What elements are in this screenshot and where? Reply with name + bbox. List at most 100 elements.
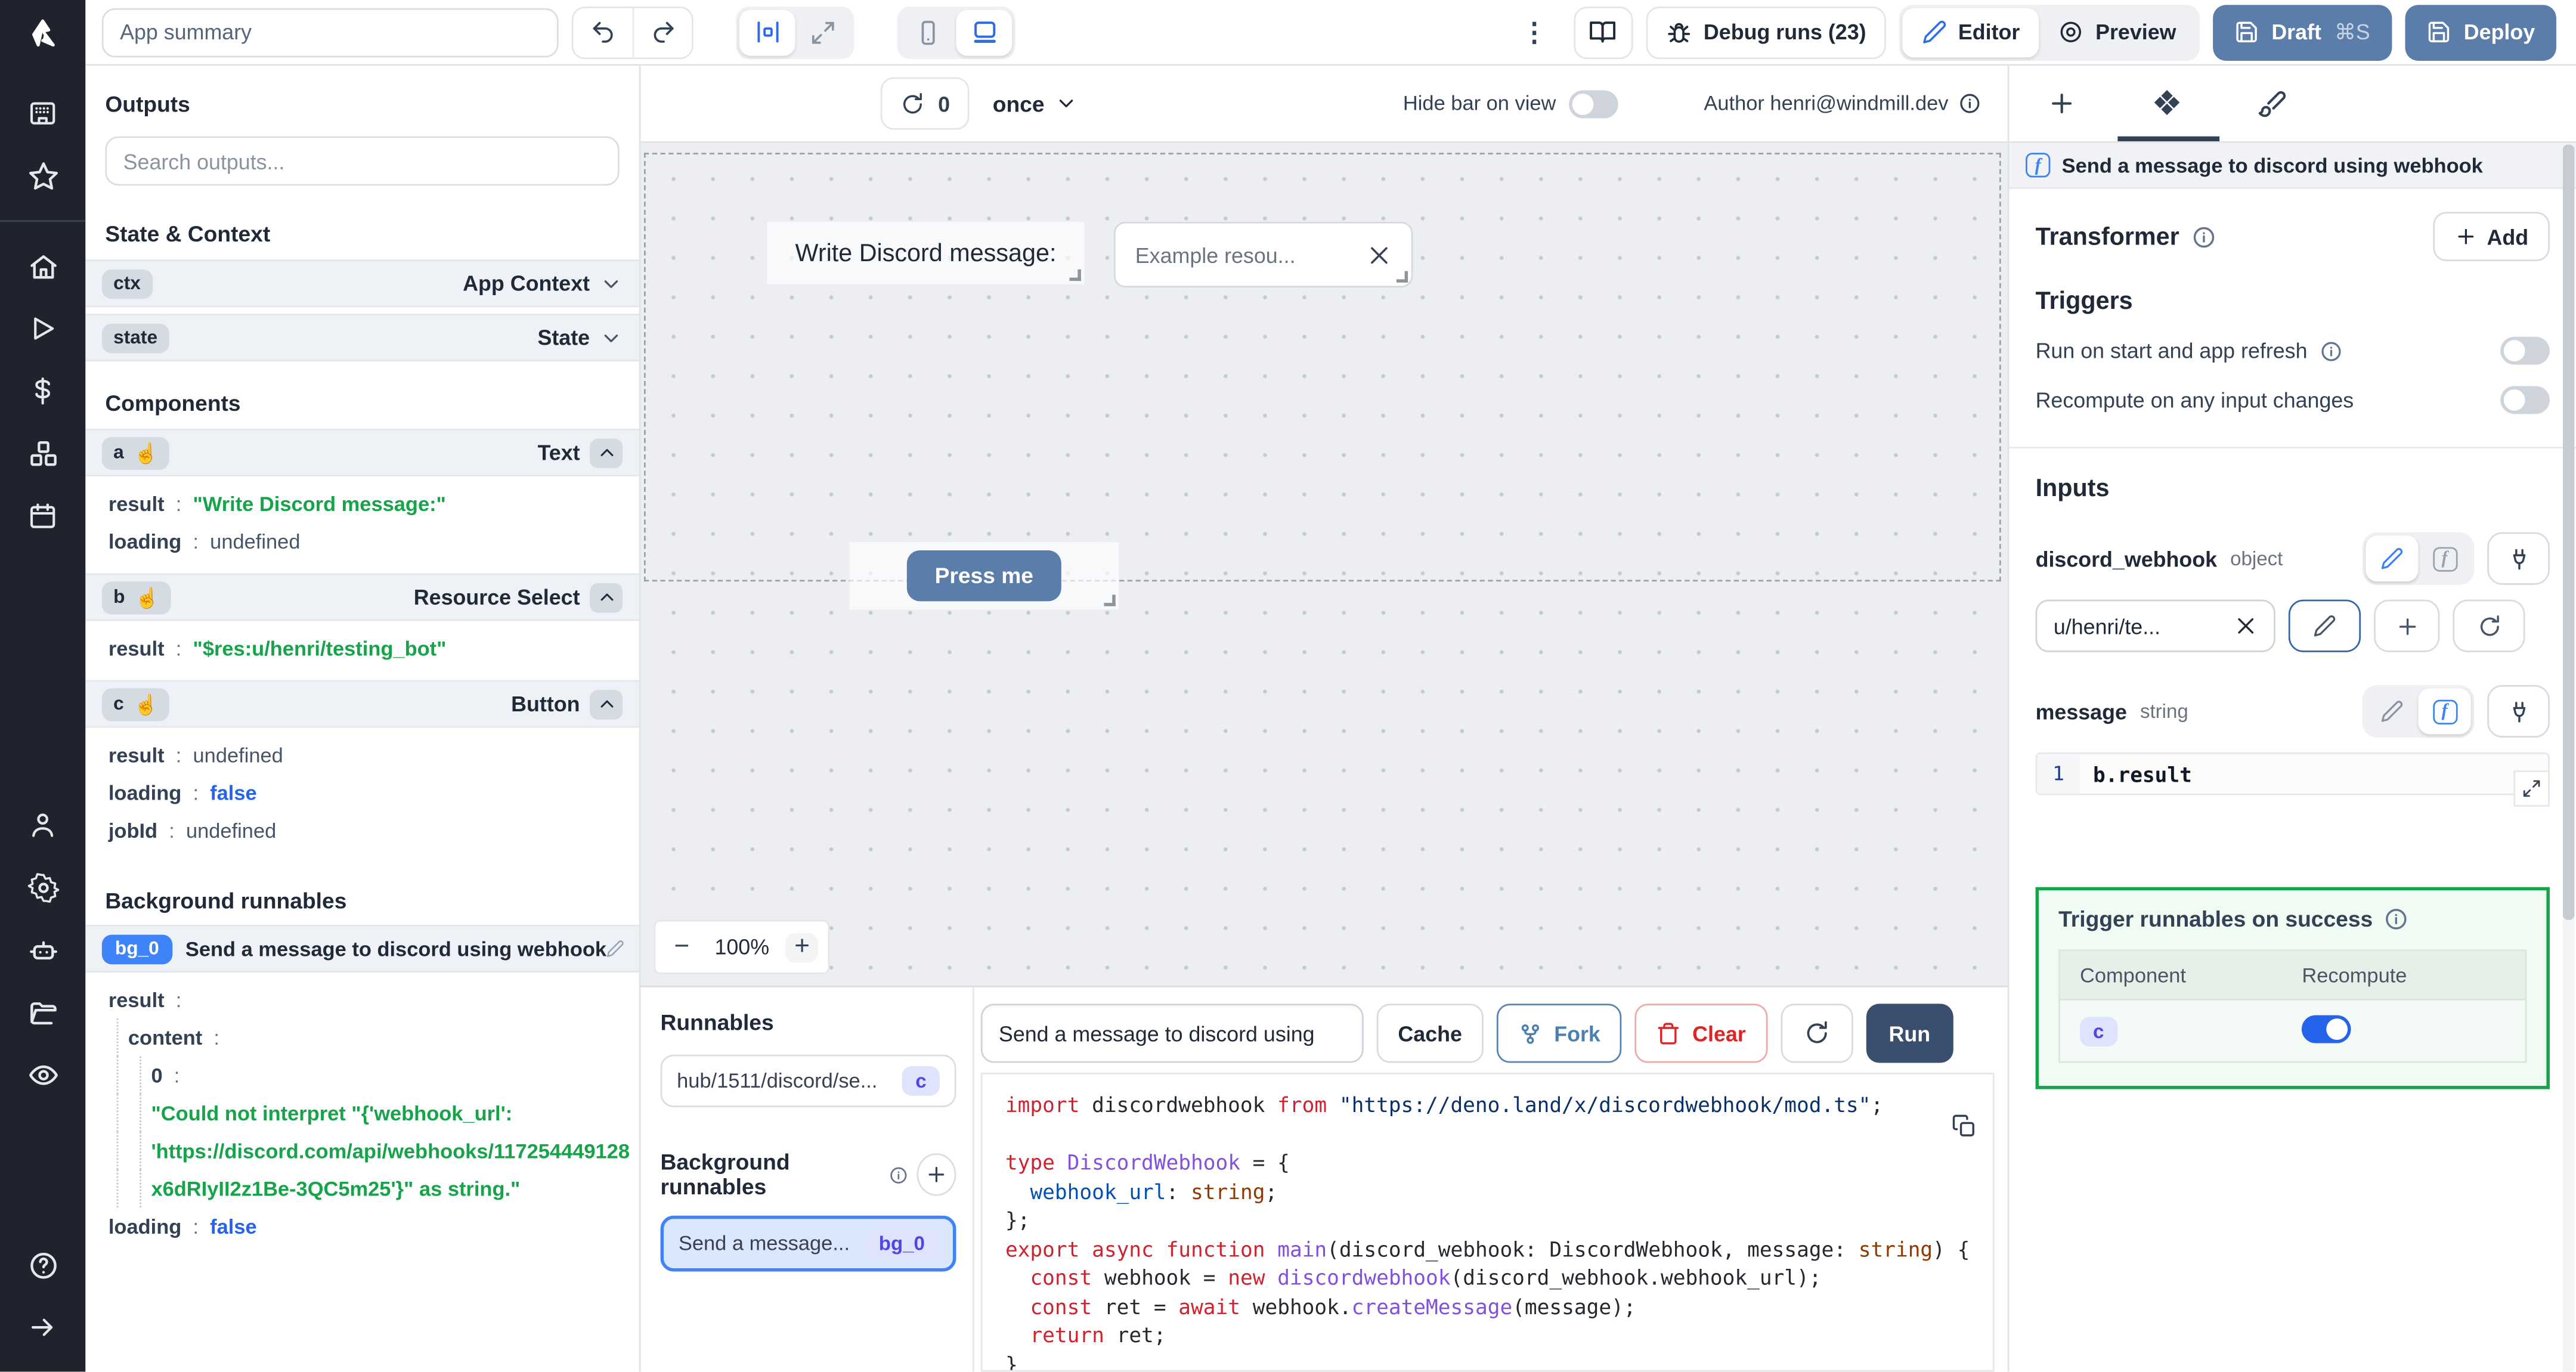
connect-plug-button[interactable] <box>2487 685 2550 738</box>
refresh-count-button[interactable]: 0 <box>880 77 970 130</box>
undo-button[interactable] <box>573 7 633 57</box>
add-transformer-button[interactable]: Add <box>2432 212 2550 262</box>
ctx-row[interactable]: ctx App Context <box>85 259 639 308</box>
add-bg-runnable-button[interactable] <box>917 1153 956 1196</box>
refresh-resource-button[interactable] <box>2453 599 2525 652</box>
run-on-start-toggle[interactable] <box>2500 336 2550 365</box>
collapse-chevron-up-icon[interactable] <box>590 438 623 467</box>
hand-pointer-icon: ☝ <box>134 692 159 716</box>
canvas-zoom-control: − 100% + <box>654 919 831 974</box>
collapse-chevron-up-icon[interactable] <box>590 689 623 719</box>
centered-layout-button[interactable] <box>739 9 795 55</box>
variables-dollar-icon[interactable] <box>0 360 85 422</box>
help-icon[interactable] <box>0 1234 85 1296</box>
eval-f-mode-button[interactable]: f <box>2418 688 2471 735</box>
folders-icon[interactable] <box>0 981 85 1043</box>
workers-robot-icon[interactable] <box>0 918 85 981</box>
schedules-calendar-icon[interactable] <box>0 485 85 547</box>
zoom-out-button[interactable]: − <box>665 933 698 962</box>
resource-select-component[interactable]: Example resou... <box>1113 221 1413 288</box>
clear-x-icon[interactable] <box>2234 614 2258 637</box>
static-pen-mode-button[interactable] <box>2366 688 2418 734</box>
code-editor[interactable]: import discordwebhook from "https://deno… <box>980 1073 1995 1372</box>
bg-runnable-item-label: Send a message... <box>678 1232 850 1255</box>
collapse-arrow-icon[interactable] <box>0 1296 85 1359</box>
input-name: discord_webhook <box>2035 546 2218 571</box>
component-a-row[interactable]: a ☝ Text <box>85 429 639 476</box>
trigger-recompute-label: Recompute on any input changes <box>2035 388 2354 413</box>
desktop-view-button[interactable] <box>956 9 1013 55</box>
search-outputs-input[interactable]: Search outputs... <box>105 136 620 186</box>
recompute-c-toggle[interactable] <box>2302 1014 2351 1043</box>
run-button[interactable]: Run <box>1865 1004 1953 1063</box>
runnable-name-input[interactable]: Send a message to discord using <box>980 1004 1364 1063</box>
text-component-value: Write Discord message: <box>795 239 1057 267</box>
recompute-toggle[interactable] <box>2500 386 2550 414</box>
message-expression-editor[interactable]: 1 b.result <box>2035 752 2550 807</box>
windmill-logo[interactable] <box>24 17 61 53</box>
runnable-item[interactable]: hub/1511/discord/se... c <box>660 1054 956 1107</box>
resize-handle[interactable] <box>1069 269 1081 281</box>
resources-cubes-icon[interactable] <box>0 422 85 485</box>
app-canvas[interactable]: Write Discord message: Example resou... … <box>640 143 2008 986</box>
expand-icon[interactable] <box>2513 770 2550 807</box>
favorites-star-icon[interactable] <box>0 144 85 207</box>
state-row[interactable]: state State <box>85 314 639 362</box>
fork-button[interactable]: Fork <box>1496 1004 1622 1063</box>
zoom-in-button[interactable]: + <box>785 932 819 962</box>
text-component[interactable]: Write Discord message: <box>767 221 1085 284</box>
bg0-row[interactable]: bg_0 Send a message to discord using web… <box>85 925 639 973</box>
apps-icon[interactable] <box>0 82 85 145</box>
app-summary-input[interactable]: App summary <box>101 7 559 57</box>
edit-resource-button[interactable] <box>2288 599 2361 652</box>
active-tab-underline <box>2117 136 2220 141</box>
copy-clipboard-icon[interactable] <box>1952 1114 1976 1138</box>
draft-button[interactable]: Draft ⌘S <box>2212 4 2392 60</box>
frequency-dropdown[interactable]: once <box>993 91 1078 116</box>
collapse-chevron-up-icon[interactable] <box>590 582 623 612</box>
tab-settings-diamonds-icon[interactable]: ❖ <box>2114 66 2219 141</box>
press-me-button[interactable]: Press me <box>906 550 1061 602</box>
tab-preview[interactable]: Preview <box>2039 7 2196 57</box>
component-c-row[interactable]: c ☝ Button <box>85 680 639 728</box>
panel-scrollbar[interactable] <box>2562 144 2575 1372</box>
output-key: result <box>109 637 193 660</box>
tab-insert-plus-icon[interactable] <box>2009 66 2114 141</box>
tab-styling-brush-icon[interactable] <box>2219 66 2324 141</box>
fork-icon <box>1521 1023 1539 1043</box>
tab-editor[interactable]: Editor <box>1902 7 2040 57</box>
docs-book-button[interactable] <box>1574 5 1633 58</box>
outputs-panel: Outputs Search outputs... State & Contex… <box>85 66 641 1372</box>
add-resource-button[interactable] <box>2374 599 2440 652</box>
component-c-type: Button <box>511 691 580 717</box>
redo-button[interactable] <box>632 7 692 57</box>
eval-f-mode-button[interactable]: f <box>2419 535 2471 581</box>
fullscreen-layout-button[interactable] <box>795 9 851 55</box>
clear-button[interactable]: Clear <box>1634 1004 1767 1063</box>
chevron-down-icon[interactable] <box>600 326 623 349</box>
cache-button[interactable]: Cache <box>1376 1004 1484 1063</box>
clear-label: Clear <box>1692 1021 1746 1046</box>
edit-pencil-icon[interactable] <box>606 940 624 958</box>
resource-picker-input[interactable]: u/henri/te... <box>2035 599 2275 652</box>
runs-play-icon[interactable] <box>0 298 85 360</box>
connect-plug-button[interactable] <box>2487 532 2550 585</box>
hide-bar-toggle[interactable] <box>1569 89 1619 117</box>
static-pen-mode-button[interactable] <box>2366 535 2419 582</box>
settings-gear-icon[interactable] <box>0 856 85 918</box>
debug-runs-button[interactable]: Debug runs (23) <box>1646 5 1886 58</box>
audit-eye-icon[interactable] <box>0 1043 85 1105</box>
editor-preview-switch: Editor Preview <box>1899 4 2200 60</box>
chevron-down-icon[interactable] <box>600 272 623 295</box>
kebab-menu-icon[interactable]: ⋮ <box>1508 16 1561 48</box>
resize-handle[interactable] <box>1104 594 1116 606</box>
component-b-row[interactable]: b ☝ Resource Select <box>85 573 639 621</box>
bg-runnable-item-selected[interactable]: Send a message... bg_0 <box>660 1215 956 1272</box>
users-person-icon[interactable] <box>0 794 85 856</box>
deploy-button[interactable]: Deploy <box>2404 4 2556 60</box>
clear-x-icon[interactable] <box>1367 242 1391 267</box>
home-icon[interactable] <box>0 235 85 298</box>
refresh-code-button[interactable] <box>1780 1004 1853 1063</box>
resize-handle[interactable] <box>1396 271 1408 283</box>
mobile-view-button[interactable] <box>900 9 956 55</box>
